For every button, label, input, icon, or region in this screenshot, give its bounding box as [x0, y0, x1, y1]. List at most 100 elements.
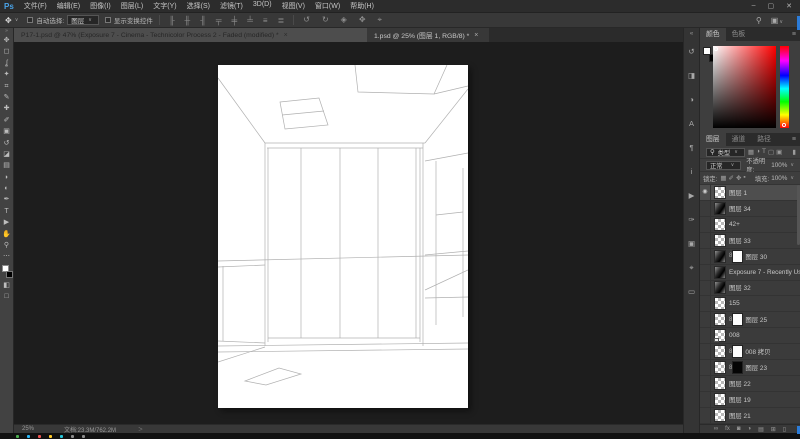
layer-effects-icon[interactable]: fx: [725, 426, 730, 432]
link-layers-icon[interactable]: ∞: [714, 426, 718, 432]
eraser-tool[interactable]: ◪: [0, 149, 13, 160]
visibility-toggle[interactable]: [700, 217, 711, 232]
document-tab-1[interactable]: P17-1.psd @ 47% (Exposure 7 - Cinema - T…: [14, 28, 367, 42]
eyedropper-tool[interactable]: ✎: [0, 92, 13, 103]
navigator-panel-icon[interactable]: ⌖: [689, 256, 693, 280]
visibility-toggle[interactable]: [700, 360, 711, 375]
layer-row-4[interactable]: 图层 33: [700, 233, 800, 249]
move-tool-icon[interactable]: ✥: [5, 16, 12, 25]
auto-select-dropdown[interactable]: 图层 ∨: [67, 15, 99, 25]
taskbar-app-icon-2[interactable]: [38, 435, 41, 438]
taskbar-app-icon-5[interactable]: [71, 435, 74, 438]
clone-stamp-tool[interactable]: ▣: [0, 126, 13, 137]
tab-swatches[interactable]: 色板: [726, 28, 752, 41]
align-right-icon[interactable]: ╢: [197, 16, 209, 25]
type-tool[interactable]: T: [0, 206, 13, 217]
saturation-brightness-field[interactable]: [713, 46, 776, 128]
align-middle-icon[interactable]: ╪: [229, 16, 241, 25]
status-arrow-icon[interactable]: ＞: [138, 426, 143, 433]
workspace-switcher-icon[interactable]: ▣∨: [771, 16, 786, 25]
lasso-tool[interactable]: ʆ: [0, 58, 13, 69]
zoom-tool[interactable]: ⚲: [0, 240, 13, 251]
menu-item-0[interactable]: 文件(F): [19, 1, 52, 11]
brush-tool[interactable]: ✐: [0, 115, 13, 126]
auto-select-checkbox[interactable]: [27, 17, 33, 23]
align-bottom-icon[interactable]: ╧: [244, 16, 256, 25]
os-taskbar[interactable]: [0, 433, 800, 439]
visibility-toggle[interactable]: [700, 344, 711, 359]
layer-row-10[interactable]: 008: [700, 328, 800, 344]
visibility-toggle[interactable]: [700, 201, 711, 216]
color-marker[interactable]: [714, 47, 718, 51]
taskbar-app-icon-3[interactable]: [49, 435, 52, 438]
properties-panel-icon[interactable]: ◨: [688, 64, 695, 88]
screen-mode-icon[interactable]: □: [0, 291, 13, 302]
layer-mask-thumbnail[interactable]: [732, 250, 743, 263]
move-tool[interactable]: ✥: [0, 35, 13, 46]
layer-row-5[interactable]: 8图层 30: [700, 249, 800, 265]
tab-close-icon[interactable]: ×: [284, 32, 288, 39]
layer-row-9[interactable]: 8图层 25: [700, 312, 800, 328]
align-top-icon[interactable]: ╤: [213, 16, 225, 25]
layer-row-6[interactable]: Exposure 7 - Recently Use...: [700, 265, 800, 281]
zoom-level-field[interactable]: 25%: [22, 426, 56, 432]
panel-menu-icon[interactable]: ≡: [792, 133, 800, 146]
timeline-panel-icon[interactable]: ▭: [688, 280, 695, 304]
dodge-tool[interactable]: ◐: [0, 183, 13, 194]
adjustment-layer-icon[interactable]: ◑: [747, 426, 751, 432]
distribute-horizontal-icon[interactable]: ≡: [260, 16, 271, 25]
chevron-down-icon[interactable]: ∨: [790, 175, 794, 181]
layer-row-15[interactable]: 图层 21: [700, 408, 800, 424]
taskbar-app-icon-4[interactable]: [60, 435, 63, 438]
align-left-icon[interactable]: ╟: [166, 16, 178, 25]
layer-row-12[interactable]: 8图层 23: [700, 360, 800, 376]
layer-mask-thumbnail[interactable]: [732, 313, 743, 326]
healing-brush-tool[interactable]: ✚: [0, 103, 13, 114]
path-selection-tool[interactable]: ▶: [0, 217, 13, 228]
history-brush-tool[interactable]: ↺: [0, 138, 13, 149]
menu-item-1[interactable]: 编辑(E): [52, 1, 85, 11]
close-button[interactable]: ✕: [786, 2, 792, 10]
pen-tool[interactable]: ✒: [0, 194, 13, 205]
visibility-toggle[interactable]: ◉: [700, 185, 711, 200]
visibility-toggle[interactable]: [700, 376, 711, 391]
quick-mask-icon[interactable]: ◧: [0, 280, 13, 291]
menu-item-6[interactable]: 滤镜(T): [215, 1, 248, 11]
tool-preset-caret-icon[interactable]: ∨: [15, 17, 19, 23]
opacity-value[interactable]: 100%: [771, 162, 787, 169]
filter-switch-icon[interactable]: ▮: [791, 148, 797, 156]
lock-image-icon[interactable]: ✐: [728, 174, 735, 182]
visibility-toggle[interactable]: [700, 408, 711, 423]
search-icon[interactable]: ⚲: [756, 16, 762, 25]
layer-row-8[interactable]: 155: [700, 296, 800, 312]
group-layers-icon[interactable]: ▤: [758, 426, 764, 433]
edit-toolbar-icon[interactable]: ⋯: [0, 251, 13, 262]
layer-mask-thumbnail[interactable]: [732, 361, 743, 374]
layer-row-11[interactable]: 8008 拷贝: [700, 344, 800, 360]
tab-color[interactable]: 颜色: [700, 28, 726, 41]
tab-layers[interactable]: 图层: [700, 133, 726, 146]
layer-row-2[interactable]: 图层 34: [700, 201, 800, 217]
taskbar-app-icon-6[interactable]: [82, 435, 85, 438]
background-color-swatch[interactable]: [6, 271, 13, 278]
clone-source-panel-icon[interactable]: ▣: [688, 232, 695, 256]
adjustments-panel-icon[interactable]: ◑: [689, 88, 694, 112]
character-panel-icon[interactable]: A: [689, 112, 694, 136]
paragraph-panel-icon[interactable]: ¶: [689, 136, 693, 160]
crop-tool[interactable]: ⌗: [0, 81, 13, 92]
layer-row-14[interactable]: 图层 19: [700, 392, 800, 408]
actions-panel-icon[interactable]: ▶: [689, 184, 695, 208]
filter-pixel-icon[interactable]: ▦: [747, 148, 755, 156]
lock-position-icon[interactable]: ✥: [735, 174, 742, 182]
3d-roll-icon[interactable]: ↻: [319, 15, 332, 25]
lock-all-icon[interactable]: ▪: [742, 174, 746, 182]
history-panel-icon[interactable]: ↺: [688, 40, 694, 64]
fill-value[interactable]: 100%: [771, 175, 787, 182]
tab-close-icon[interactable]: ×: [474, 32, 478, 39]
menu-item-9[interactable]: 窗口(W): [310, 1, 345, 11]
layer-mask-thumbnail[interactable]: [732, 345, 743, 358]
tab-channels[interactable]: 通道: [726, 133, 752, 146]
brushes-panel-icon[interactable]: ✑: [688, 208, 694, 232]
3d-slide-icon[interactable]: ✥: [356, 15, 369, 25]
menu-item-3[interactable]: 图层(L): [116, 1, 149, 11]
